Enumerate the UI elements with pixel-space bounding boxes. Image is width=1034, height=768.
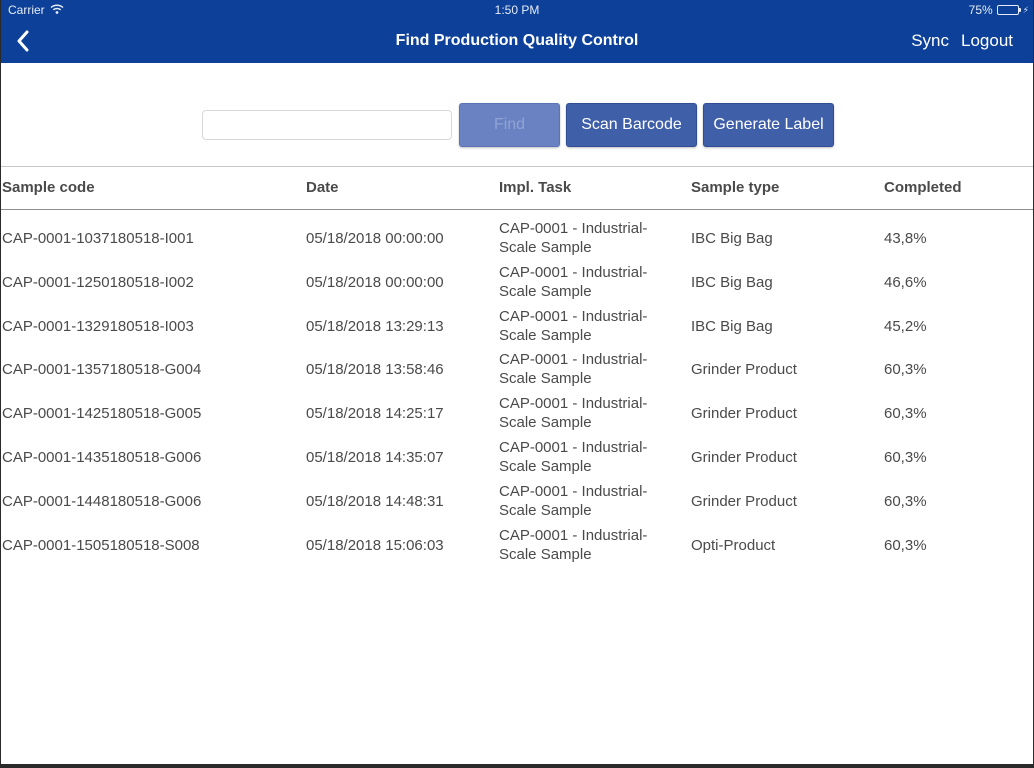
cell-sample-code: CAP-0001-1329180518-I003 [2, 317, 194, 335]
table-header: Sample code Date Impl. Task Sample type … [1, 167, 1033, 210]
header-date[interactable]: Date [306, 179, 339, 196]
status-time: 1:50 PM [494, 3, 540, 17]
nav-actions: Sync Logout [911, 31, 1013, 51]
table-row[interactable]: CAP-0001-1435180518-G006 05/18/2018 14:3… [1, 436, 1033, 480]
cell-completed: 60,3% [884, 405, 927, 423]
cell-sample-code: CAP-0001-1250180518-I002 [2, 273, 194, 291]
cell-date: 05/18/2018 00:00:00 [306, 230, 444, 247]
cell-date: 05/18/2018 13:29:13 [306, 317, 444, 335]
table-row[interactable]: CAP-0001-1425180518-G005 05/18/2018 14:2… [1, 392, 1033, 436]
cell-completed: 60,3% [884, 536, 927, 554]
cell-date: 05/18/2018 14:25:17 [306, 405, 444, 423]
cell-impl-task: CAP-0001 - Industrial-Scale Sample [499, 395, 648, 432]
table-body: CAP-0001-1037180518-I001 05/18/2018 00:0… [1, 217, 1033, 567]
sync-button[interactable]: Sync [911, 31, 949, 51]
cell-completed: 60,3% [884, 492, 927, 510]
battery-icon [996, 5, 1021, 15]
cell-completed: 60,3% [884, 361, 927, 379]
status-bar: Carrier 1:50 PM 75% ⚡ [1, 0, 1033, 20]
cell-impl-task: CAP-0001 - Industrial-Scale Sample [499, 351, 648, 388]
cell-impl-task: CAP-0001 - Industrial-Scale Sample [499, 438, 648, 475]
cell-sample-type: IBC Big Bag [691, 317, 773, 335]
top-bar: Carrier 1:50 PM 75% ⚡ Find Production Qu… [1, 0, 1033, 63]
cell-impl-task: CAP-0001 - Industrial-Scale Sample [499, 526, 648, 563]
cell-sample-code: CAP-0001-1505180518-S008 [2, 536, 200, 554]
cell-sample-type: Grinder Product [691, 448, 797, 466]
find-button[interactable]: Find [459, 103, 560, 147]
cell-date: 05/18/2018 14:48:31 [306, 492, 444, 510]
cell-impl-task: CAP-0001 - Industrial-Scale Sample [499, 220, 648, 256]
cell-date: 05/18/2018 13:58:46 [306, 361, 444, 379]
cell-date: 05/18/2018 14:35:07 [306, 448, 444, 466]
cell-date: 05/18/2018 15:06:03 [306, 536, 444, 554]
cell-completed: 45,2% [884, 317, 927, 335]
cell-sample-type: Opti-Product [691, 536, 776, 554]
cell-sample-code: CAP-0001-1357180518-G004 [2, 361, 202, 379]
status-right: 75% ⚡ [969, 3, 1029, 17]
charging-icon: ⚡ [1022, 4, 1029, 15]
cell-sample-code: CAP-0001-1037180518-I001 [2, 230, 194, 247]
cell-date: 05/18/2018 00:00:00 [306, 273, 444, 291]
battery-percent: 75% [968, 3, 993, 17]
header-impl-task[interactable]: Impl. Task [499, 179, 571, 196]
header-completed[interactable]: Completed [884, 179, 962, 196]
header-sample-type[interactable]: Sample type [691, 179, 779, 196]
scan-barcode-button[interactable]: Scan Barcode [566, 103, 697, 147]
table-row[interactable]: CAP-0001-1505180518-S008 05/18/2018 15:0… [1, 524, 1033, 568]
page-title: Find Production Quality Control [395, 32, 639, 49]
cell-completed: 60,3% [884, 448, 927, 466]
cell-sample-type: IBC Big Bag [691, 273, 773, 291]
cell-sample-type: Grinder Product [691, 405, 797, 423]
cell-impl-task: CAP-0001 - Industrial-Scale Sample [499, 263, 648, 300]
cell-impl-task: CAP-0001 - Industrial-Scale Sample [499, 307, 648, 344]
cell-sample-code: CAP-0001-1448180518-G006 [2, 492, 202, 510]
table-row[interactable]: CAP-0001-1329180518-I003 05/18/2018 13:2… [1, 305, 1033, 349]
cell-sample-type: Grinder Product [691, 361, 797, 379]
logout-button[interactable]: Logout [961, 31, 1013, 51]
cell-completed: 43,8% [884, 230, 927, 247]
generate-label-button[interactable]: Generate Label [703, 103, 834, 147]
cell-sample-type: IBC Big Bag [691, 230, 773, 247]
app-window: Carrier 1:50 PM 75% ⚡ Find Production Qu… [0, 0, 1034, 768]
table-row[interactable]: CAP-0001-1037180518-I001 05/18/2018 00:0… [1, 217, 1033, 261]
table-row[interactable]: CAP-0001-1448180518-G006 05/18/2018 14:4… [1, 480, 1033, 524]
cell-sample-type: Grinder Product [691, 492, 797, 510]
cell-completed: 46,6% [884, 273, 927, 291]
nav-bar: Find Production Quality Control Sync Log… [1, 20, 1033, 63]
cell-sample-code: CAP-0001-1425180518-G005 [2, 405, 202, 423]
cell-impl-task: CAP-0001 - Industrial-Scale Sample [499, 482, 648, 519]
cell-sample-code: CAP-0001-1435180518-G006 [2, 448, 202, 466]
search-input[interactable] [202, 110, 452, 140]
table-row[interactable]: CAP-0001-1250180518-I002 05/18/2018 00:0… [1, 261, 1033, 305]
table-row[interactable]: CAP-0001-1357180518-G004 05/18/2018 13:5… [1, 348, 1033, 392]
header-sample-code[interactable]: Sample code [2, 179, 95, 196]
